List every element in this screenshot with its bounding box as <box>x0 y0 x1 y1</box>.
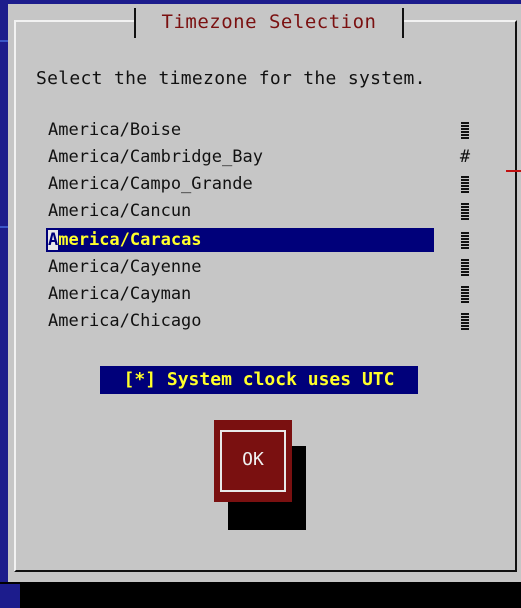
scrollbar-track-cell <box>458 172 472 196</box>
dialog-title: Timezone Selection <box>161 11 377 33</box>
selected-item-label: merica/Caracas <box>58 230 202 250</box>
utc-checkbox[interactable]: [*] System clock uses UTC <box>100 366 418 394</box>
dialog-title-box: Timezone Selection <box>134 8 404 38</box>
list-scrollbar[interactable]: # <box>458 118 472 340</box>
list-item[interactable]: America/Cayenne <box>46 255 434 279</box>
timezone-list[interactable]: America/Boise America/Cambridge_Bay Amer… <box>46 118 476 348</box>
text-cursor: A <box>48 230 59 250</box>
list-item[interactable]: America/Campo_Grande <box>46 172 434 196</box>
ok-button[interactable]: OK <box>214 420 292 502</box>
edge-artifact <box>506 170 521 172</box>
status-strip <box>20 584 521 608</box>
list-item[interactable]: America/Cambridge_Bay <box>46 145 434 169</box>
list-item[interactable]: America/Cayman <box>46 282 434 306</box>
scrollbar-track-cell <box>458 118 472 142</box>
list-item[interactable]: America/Chicago <box>46 309 434 333</box>
scrollbar-track-cell <box>458 255 472 279</box>
list-item-selected[interactable]: America/Caracas <box>46 228 434 252</box>
scrollbar-track-cell <box>458 282 472 306</box>
list-item[interactable]: America/Boise <box>46 118 434 142</box>
scrollbar-thumb[interactable]: # <box>458 145 472 169</box>
dialog-prompt: Select the timezone for the system. <box>36 68 426 89</box>
ok-button-label: OK <box>242 449 264 470</box>
scrollbar-track-cell <box>458 228 472 252</box>
installer-screen: Timezone Selection Select the timezone f… <box>0 0 521 608</box>
scrollbar-track-cell <box>458 309 472 333</box>
timezone-dialog: Timezone Selection Select the timezone f… <box>8 4 521 582</box>
list-item[interactable]: America/Cancun <box>46 199 434 223</box>
scrollbar-track-cell <box>458 199 472 223</box>
